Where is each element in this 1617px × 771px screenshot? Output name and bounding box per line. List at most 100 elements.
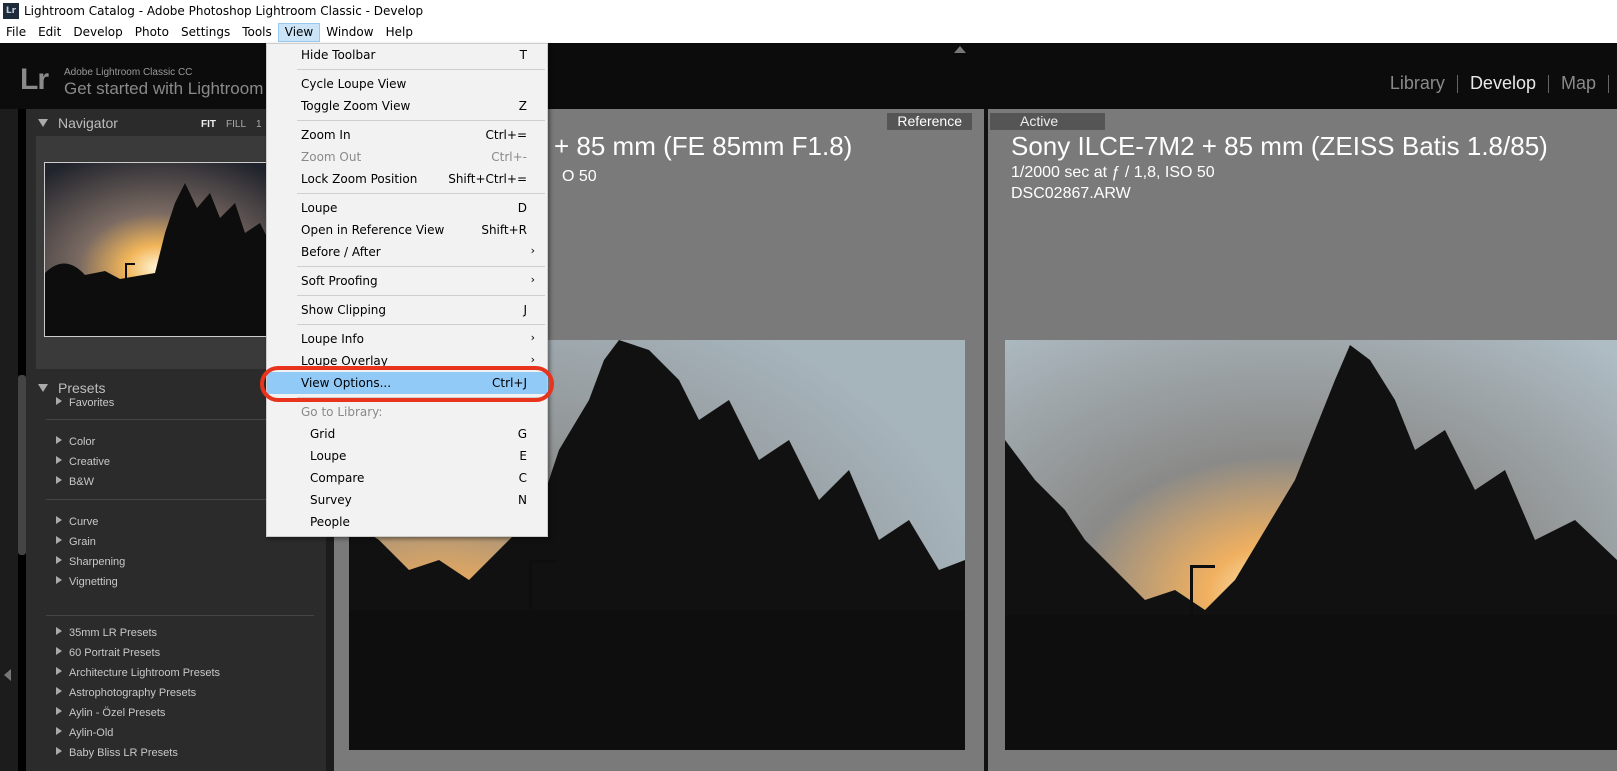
expand-triangle-icon [56,647,62,655]
preset-group[interactable]: Creative [56,456,110,468]
reference-camera-title: + 85 mm (FE 85mm F1.8) [554,131,853,161]
module-map[interactable]: Map [1549,73,1608,94]
preset-group-label: Sharpening [69,556,126,568]
collapse-left-panel-arrow-icon[interactable] [4,669,11,681]
active-view: Active Sony ILCE-7M2 + 85 mm (ZEISS Bati… [988,109,1617,771]
navigator-zoom-options: FIT FILL 1 [201,119,262,130]
preset-group[interactable]: Curve [56,516,98,528]
preset-group[interactable]: Astrophotography Presets [56,687,196,699]
menu-item-people[interactable]: People [267,511,547,533]
module-header: Lr Adobe Lightroom Classic CC Get starte… [0,43,1617,109]
preset-group[interactable]: Color [56,436,95,448]
expand-triangle-icon [56,747,62,755]
preset-group[interactable]: 60 Portrait Presets [56,647,160,659]
preset-group[interactable]: Architecture Lightroom Presets [56,667,220,679]
preset-divider [46,615,314,616]
expand-triangle-icon [56,476,62,484]
submenu-arrow-icon: › [530,244,535,257]
product-name: Adobe Lightroom Classic CC [64,67,193,78]
preset-group[interactable]: Aylin-Old [56,727,113,739]
preset-group-label: 35mm LR Presets [69,627,158,639]
menu-separator [297,295,545,296]
navigator-thumbnail[interactable] [44,162,294,337]
reference-exposure-info: O 50 [562,168,597,185]
preset-group-label: Astrophotography Presets [69,687,197,699]
preset-group[interactable]: Aylin - Özel Presets [56,707,165,719]
preset-group[interactable]: 35mm LR Presets [56,627,157,639]
menu-photo[interactable]: Photo [129,23,175,42]
menu-view[interactable]: View [277,23,321,42]
menu-item-zoom-out: Zoom Out Ctrl+- [301,150,527,164]
menu-item-loupe[interactable]: Loupe D [267,197,547,219]
submenu-arrow-icon: › [530,353,535,366]
preset-group-label: Architecture Lightroom Presets [69,667,221,679]
menu-item-toggle-zoom-view[interactable]: Toggle Zoom View Z [267,95,547,117]
expand-triangle-icon [56,536,62,544]
menu-separator [297,120,545,121]
title-bar: Lr Lightroom Catalog - Adobe Photoshop L… [0,0,1617,22]
menu-file[interactable]: File [0,23,32,42]
expand-triangle-icon [56,516,62,524]
preset-group-label: Baby Bliss LR Presets [69,747,178,759]
preset-group[interactable]: Baby Bliss LR Presets [56,747,178,759]
presets-title: Presets [58,380,106,396]
lightroom-logo: Lr [20,63,49,96]
menu-item-loupe-info[interactable]: Loupe Info › [267,328,547,350]
menu-item-zoom-in[interactable]: Zoom In Ctrl+= [267,124,547,146]
left-panel-scrollbar[interactable] [18,375,26,555]
menu-develop[interactable]: Develop [67,23,128,42]
lightroom-app-icon: Lr [3,3,19,19]
preset-group[interactable]: Sharpening [56,556,125,568]
menu-item-survey[interactable]: Survey N [267,489,547,511]
expand-triangle-icon [56,436,62,444]
menu-tools[interactable]: Tools [236,23,278,42]
module-library[interactable]: Library [1378,73,1457,94]
preset-group[interactable]: B&W [56,476,94,488]
menu-item-show-clipping[interactable]: Show Clipping J [267,299,547,321]
menu-settings[interactable]: Settings [175,23,236,42]
menu-bar: File Edit Develop Photo Settings Tools V… [0,22,1617,43]
active-photo[interactable] [1005,340,1617,750]
module-develop[interactable]: Develop [1458,73,1548,94]
menu-separator [297,69,545,70]
submenu-arrow-icon: › [530,331,535,344]
menu-edit[interactable]: Edit [32,23,67,42]
menu-item-soft-proofing[interactable]: Soft Proofing › [267,270,547,292]
menu-item-hide-toolbar[interactable]: Hide Toolbar T [267,44,547,66]
preset-group[interactable]: Grain [56,536,96,548]
module-picker: Library Develop Map [1378,73,1609,94]
menu-item-compare[interactable]: Compare C [267,467,547,489]
preset-group-label: Favorites [69,397,115,409]
expand-triangle-icon [56,556,62,564]
menu-window[interactable]: Window [320,23,379,42]
preset-group-label: Color [69,436,96,448]
preset-group[interactable]: Favorites [56,397,114,409]
show-header-arrow-icon[interactable] [954,46,966,53]
preset-group-label: 60 Portrait Presets [69,647,161,659]
module-separator [1608,74,1609,93]
menu-item-open-in-reference-view[interactable]: Open in Reference View Shift+R [267,219,547,241]
preset-group[interactable]: Vignetting [56,576,118,588]
menu-item-cycle-loupe-view[interactable]: Cycle Loupe View [267,73,547,95]
menu-item-grid[interactable]: Grid G [267,423,547,445]
expand-triangle-icon [56,727,62,735]
zoom-fit[interactable]: FIT [201,119,216,130]
menu-separator [297,324,545,325]
menu-help[interactable]: Help [380,23,419,42]
navigator-title: Navigator [58,115,118,131]
menu-separator [297,193,545,194]
menu-item-lock-zoom-position[interactable]: Lock Zoom Position Shift+Ctrl+= [267,168,547,190]
expand-triangle-icon [56,576,62,584]
expand-triangle-icon [56,627,62,635]
window-title: Lightroom Catalog - Adobe Photoshop Ligh… [24,4,424,18]
zoom-1to1[interactable]: 1 [256,119,262,130]
collapse-triangle-icon [38,384,48,392]
menu-item-before-after[interactable]: Before / After › [267,241,547,263]
menu-item-library-loupe[interactable]: Loupe E [267,445,547,467]
identity-plate-tagline: Get started with Lightroom [64,79,264,98]
menu-separator [297,266,545,267]
expand-triangle-icon [56,687,62,695]
preset-group-label: Curve [69,516,99,528]
zoom-fill[interactable]: FILL [226,119,246,130]
active-camera-title: Sony ILCE-7M2 + 85 mm (ZEISS Batis 1.8/8… [1011,131,1548,161]
